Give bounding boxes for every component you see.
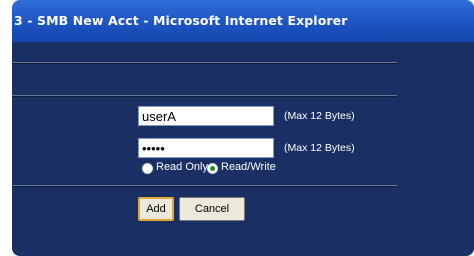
- username-hint: (Max 12 Bytes): [284, 110, 355, 122]
- password-hint: (Max 12 Bytes): [284, 142, 355, 154]
- title-bar: 3 - SMB New Acct - Microsoft Internet Ex…: [12, 0, 474, 42]
- window-title: 3 - SMB New Acct - Microsoft Internet Ex…: [14, 13, 348, 28]
- browser-window: 3 - SMB New Acct - Microsoft Internet Ex…: [12, 0, 474, 256]
- read-write-label: Read/Write: [221, 161, 276, 173]
- read-write-radio[interactable]: [207, 163, 218, 174]
- username-input[interactable]: [138, 106, 274, 126]
- divider: [12, 62, 397, 64]
- divider: [12, 185, 397, 187]
- read-only-label: Read Only: [156, 161, 208, 173]
- form-panel: (Max 12 Bytes) (Max 12 Bytes) Read Only …: [12, 42, 474, 256]
- password-input[interactable]: [138, 138, 274, 158]
- add-button[interactable]: Add: [138, 197, 174, 221]
- cancel-button[interactable]: Cancel: [179, 197, 245, 221]
- divider: [12, 95, 397, 97]
- read-only-radio[interactable]: [142, 163, 153, 174]
